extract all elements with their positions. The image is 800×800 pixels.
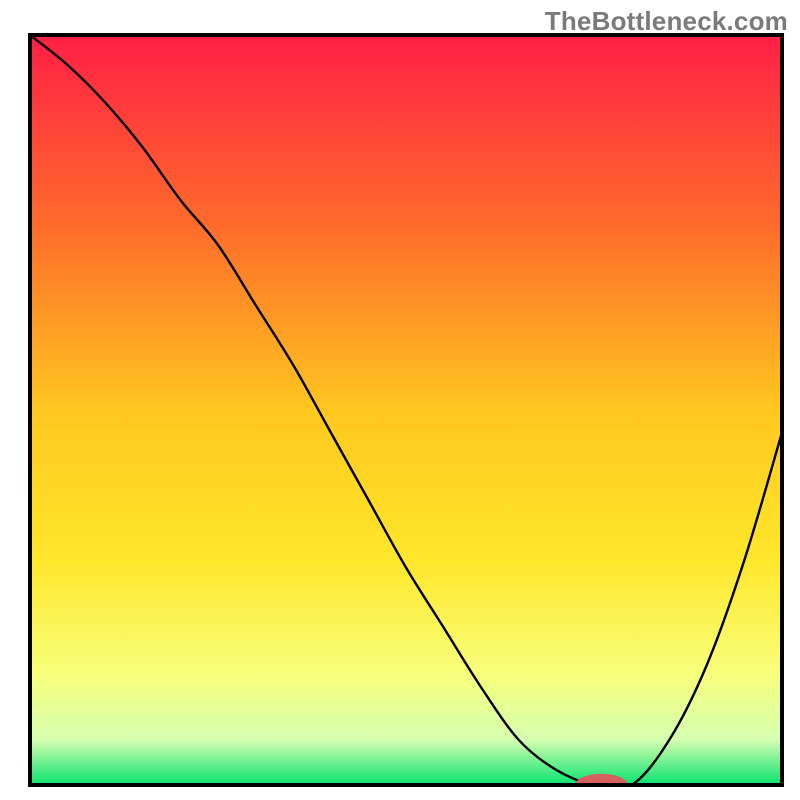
chart-container: TheBottleneck.com <box>0 0 800 800</box>
bottleneck-chart <box>0 0 800 800</box>
